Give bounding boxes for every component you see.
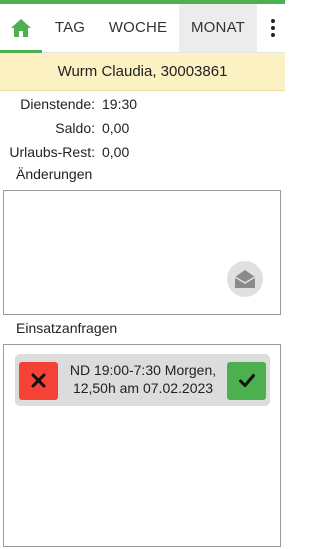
user-banner: Wurm Claudia, 30003861 [0, 53, 285, 91]
service-end-row: Dienstende: 19:30 [0, 96, 285, 116]
vacation-value: 0,00 [102, 144, 130, 160]
home-tab[interactable] [0, 4, 42, 53]
tab-tag[interactable]: TAG [44, 4, 96, 52]
balance-value: 0,00 [102, 120, 130, 136]
envelope-open-icon [234, 270, 256, 288]
tab-woche[interactable]: WOCHE [98, 4, 178, 52]
vacation-row: Urlaubs-Rest: 0,00 [0, 144, 285, 164]
service-end-label: Dienstende: [20, 96, 95, 112]
request-text: ND 19:00-7:30 Morgen, 12,50h am 07.02.20… [69, 362, 217, 396]
tab-monat[interactable]: MONAT [179, 4, 257, 52]
vacation-label: Urlaubs-Rest: [9, 144, 95, 160]
close-icon [31, 373, 46, 388]
reject-request-button[interactable] [19, 362, 58, 400]
more-vertical-icon [271, 19, 275, 40]
home-icon [11, 19, 31, 37]
check-icon [239, 374, 255, 387]
request-card: ND 19:00-7:30 Morgen, 12,50h am 07.02.20… [15, 354, 270, 406]
changes-title: Änderungen [16, 166, 93, 182]
balance-label: Saldo: [55, 120, 95, 136]
accept-request-button[interactable] [227, 362, 266, 400]
mail-button[interactable] [227, 261, 263, 297]
service-end-value: 19:30 [102, 96, 138, 112]
requests-title: Einsatzanfragen [16, 320, 118, 336]
top-navigation: TAG WOCHE MONAT [0, 4, 285, 53]
balance-row: Saldo: 0,00 [0, 120, 285, 140]
more-menu-button[interactable] [262, 4, 284, 52]
